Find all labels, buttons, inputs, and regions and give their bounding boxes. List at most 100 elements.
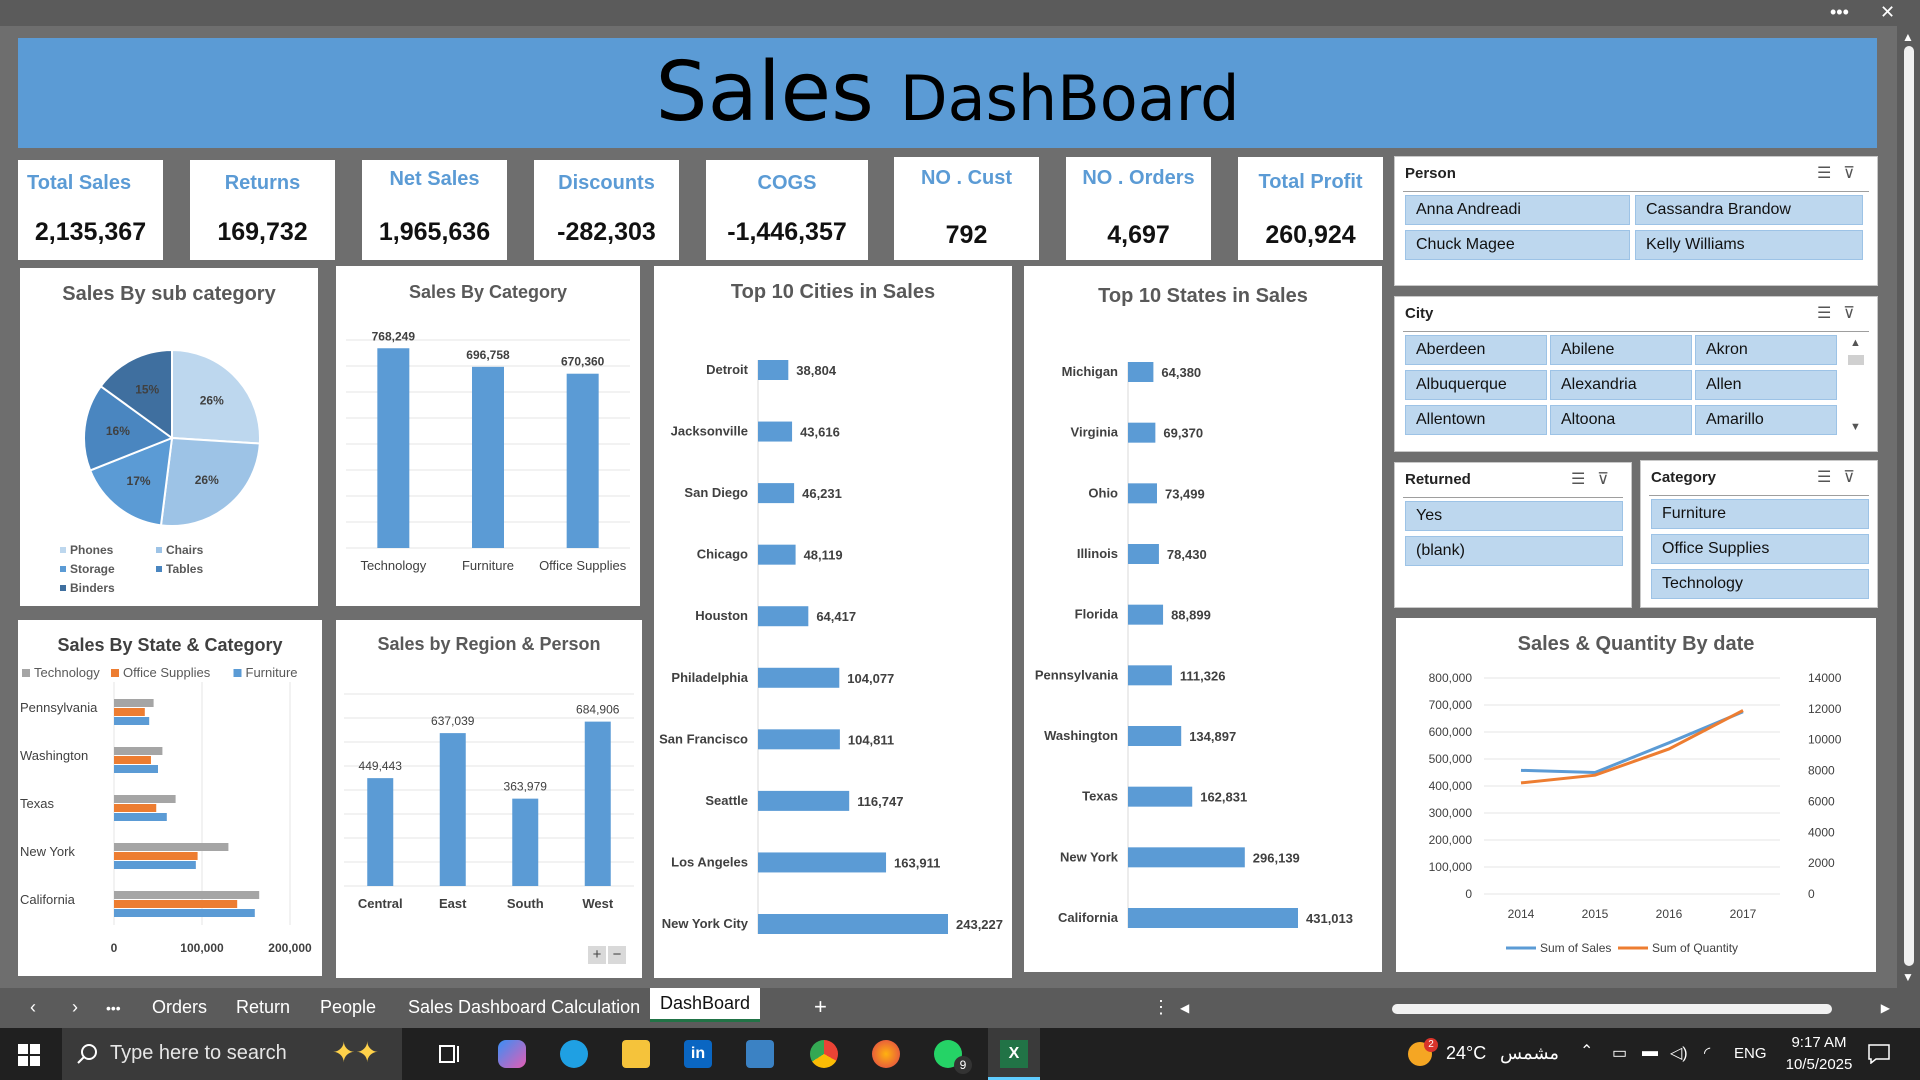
category-label: South bbox=[507, 896, 544, 911]
chart-card-state-category[interactable]: Sales By State & Category Technology Offic… bbox=[18, 620, 322, 976]
multi-select-icon[interactable]: ☰ bbox=[1571, 471, 1597, 488]
clear-filter-icon[interactable]: ⊽ bbox=[1843, 469, 1867, 486]
battery-icon[interactable]: ▬ bbox=[1642, 1043, 1658, 1061]
linkedin-icon[interactable]: in bbox=[684, 1040, 712, 1068]
tab-sales-dashboard-calculation[interactable]: Sales Dashboard Calculation bbox=[408, 997, 640, 1018]
chart-card-region-person[interactable]: Sales by Region & Person 449,443 Central 63… bbox=[336, 620, 642, 978]
next-sheet-button[interactable]: › bbox=[72, 997, 78, 1018]
slicer-city[interactable]: City ☰⊽ Aberdeen Abilene Akron Albuquerq… bbox=[1394, 296, 1878, 452]
chart-card-category[interactable]: Sales By Category 768,249 Technology 696,75… bbox=[336, 266, 640, 606]
multi-select-icon[interactable]: ☰ bbox=[1817, 469, 1843, 486]
scroll-down-icon[interactable]: ▼ bbox=[1850, 421, 1861, 433]
slicer-item[interactable]: Aberdeen bbox=[1405, 335, 1547, 365]
tab-return[interactable]: Return bbox=[236, 997, 290, 1018]
file-explorer-icon[interactable] bbox=[622, 1040, 650, 1068]
vertical-scroll-thumb[interactable] bbox=[1904, 46, 1914, 966]
taskbar-search-box[interactable]: Type here to search ✦✦ bbox=[62, 1028, 402, 1080]
tab-orders[interactable]: Orders bbox=[152, 997, 207, 1018]
chart-card-top-states[interactable]: Top 10 States in Sales Michigan 64,380 Virg… bbox=[1024, 266, 1382, 972]
multi-select-icon[interactable]: ☰ bbox=[1817, 165, 1843, 182]
more-sheets-button[interactable]: ••• bbox=[106, 1000, 121, 1016]
kpi-net-sales[interactable]: Net Sales 1,965,636 bbox=[362, 160, 507, 260]
slicer-item[interactable]: Akron bbox=[1695, 335, 1837, 365]
slicer-item[interactable]: Office Supplies bbox=[1651, 534, 1869, 564]
edge-icon[interactable] bbox=[560, 1040, 588, 1068]
category-label: Michigan bbox=[1062, 364, 1118, 379]
more-options-icon[interactable]: ••• bbox=[1830, 2, 1849, 23]
chrome-icon[interactable] bbox=[810, 1040, 838, 1068]
kpi-total-profit[interactable]: Total Profit 260,924 bbox=[1238, 157, 1383, 260]
slicer-item[interactable]: Anna Andreadi bbox=[1405, 195, 1630, 225]
chart-card-sales-quantity-date[interactable]: Sales & Quantity By date 0 100,000 200,000 3… bbox=[1396, 618, 1876, 972]
horizontal-scroll-thumb[interactable] bbox=[1392, 1004, 1832, 1014]
tab-dashboard[interactable]: DashBoard bbox=[650, 988, 761, 1022]
slicer-item[interactable]: Cassandra Brandow bbox=[1635, 195, 1863, 225]
tick-label: 2015 bbox=[1582, 907, 1609, 921]
notifications-icon[interactable] bbox=[1868, 1044, 1890, 1064]
kpi-total-sales[interactable]: Total Sales 2,135,367 bbox=[18, 160, 163, 260]
scroll-up-icon[interactable]: ▲ bbox=[1850, 337, 1861, 349]
firefox-icon[interactable] bbox=[872, 1040, 900, 1068]
vertical-scrollbar[interactable]: ▲ ▼ bbox=[1897, 26, 1920, 988]
chart-card-top-cities[interactable]: Top 10 Cities in Sales Detroit 38,804 Jacks… bbox=[654, 266, 1012, 978]
kpi-no-orders[interactable]: NO . Orders 4,697 bbox=[1066, 157, 1211, 260]
kpi-cogs[interactable]: COGS -1,446,357 bbox=[706, 160, 868, 260]
slicer-item[interactable]: Kelly Williams bbox=[1635, 230, 1863, 260]
chart-card-subcategory[interactable]: Sales By sub category 26% 26% 17% 16% 15% Phon… bbox=[20, 268, 318, 606]
volume-icon[interactable]: ◁) bbox=[1670, 1043, 1688, 1063]
slicer-scrollbar[interactable]: ▲ ▼ bbox=[1845, 337, 1867, 437]
kpi-discounts[interactable]: Discounts -282,303 bbox=[534, 160, 679, 260]
slicer-item[interactable]: Chuck Magee bbox=[1405, 230, 1630, 260]
tab-options-icon[interactable]: ⋮ bbox=[1152, 997, 1170, 1018]
close-icon[interactable]: ✕ bbox=[1880, 2, 1895, 23]
slicer-item[interactable]: Abilene bbox=[1550, 335, 1692, 365]
slicer-category[interactable]: Category ☰⊽ Furniture Office Supplies Te… bbox=[1640, 460, 1878, 608]
slicer-item[interactable]: Furniture bbox=[1651, 499, 1869, 529]
multi-select-icon[interactable]: ☰ bbox=[1817, 305, 1843, 322]
clear-filter-icon[interactable]: ⊽ bbox=[1843, 305, 1867, 322]
slicer-item[interactable]: Allentown bbox=[1405, 405, 1547, 435]
meet-icon[interactable]: ▭ bbox=[1612, 1043, 1627, 1063]
copilot-sparkle-icon[interactable]: ✦✦ bbox=[332, 1036, 379, 1069]
slicer-item[interactable]: Altoona bbox=[1550, 405, 1692, 435]
zoom-out-button[interactable]: − bbox=[608, 946, 626, 964]
scroll-right-icon[interactable]: ▶ bbox=[1881, 1001, 1890, 1015]
clock-time[interactable]: 9:17 AM bbox=[1784, 1034, 1854, 1051]
slicer-item[interactable]: (blank) bbox=[1405, 536, 1623, 566]
slicer-scroll-thumb[interactable] bbox=[1848, 355, 1864, 365]
excel-taskbar-button[interactable]: X bbox=[988, 1028, 1040, 1080]
scroll-left-icon[interactable]: ◀ bbox=[1180, 1001, 1189, 1015]
category-label: East bbox=[439, 896, 467, 911]
slicer-item[interactable]: Technology bbox=[1651, 569, 1869, 599]
kpi-returns[interactable]: Returns 169,732 bbox=[190, 160, 335, 260]
slicer-item[interactable]: Amarillo bbox=[1695, 405, 1837, 435]
add-sheet-button[interactable]: + bbox=[814, 994, 827, 1020]
scroll-down-icon[interactable]: ▼ bbox=[1902, 970, 1914, 984]
task-view-icon[interactable] bbox=[438, 1042, 462, 1066]
chevron-up-icon[interactable]: ⌃ bbox=[1580, 1041, 1593, 1061]
zoom-in-button[interactable]: + bbox=[588, 946, 606, 964]
tick-label: 100,000 bbox=[180, 941, 224, 955]
store-icon[interactable] bbox=[746, 1040, 774, 1068]
clock-date[interactable]: 10/5/2025 bbox=[1780, 1056, 1858, 1073]
tab-people[interactable]: People bbox=[320, 997, 376, 1018]
horizontal-scrollbar[interactable]: ◀ ▶ bbox=[1180, 1001, 1890, 1016]
wifi-icon[interactable]: ◜ bbox=[1704, 1043, 1710, 1063]
copilot-icon[interactable] bbox=[498, 1040, 526, 1068]
category-label: Florida bbox=[1075, 607, 1119, 622]
prev-sheet-button[interactable]: ‹ bbox=[30, 997, 36, 1018]
scroll-up-icon[interactable]: ▲ bbox=[1902, 30, 1914, 44]
weather-temp[interactable]: 24°C bbox=[1446, 1043, 1486, 1064]
language-indicator[interactable]: ENG bbox=[1734, 1045, 1767, 1062]
clear-filter-icon[interactable]: ⊽ bbox=[1597, 471, 1621, 488]
slicer-item[interactable]: Alexandria bbox=[1550, 370, 1692, 400]
category-label: Philadelphia bbox=[671, 670, 748, 685]
windows-start-icon[interactable] bbox=[18, 1044, 40, 1066]
clear-filter-icon[interactable]: ⊽ bbox=[1843, 165, 1867, 182]
slicer-person[interactable]: Person ☰⊽ Anna Andreadi Cassandra Brando… bbox=[1394, 156, 1878, 286]
kpi-no-cust[interactable]: NO . Cust 792 bbox=[894, 157, 1039, 260]
slicer-item[interactable]: Yes bbox=[1405, 501, 1623, 531]
slicer-item[interactable]: Allen bbox=[1695, 370, 1837, 400]
slicer-item[interactable]: Albuquerque bbox=[1405, 370, 1547, 400]
slicer-returned[interactable]: Returned ☰⊽ Yes (blank) bbox=[1394, 462, 1632, 608]
